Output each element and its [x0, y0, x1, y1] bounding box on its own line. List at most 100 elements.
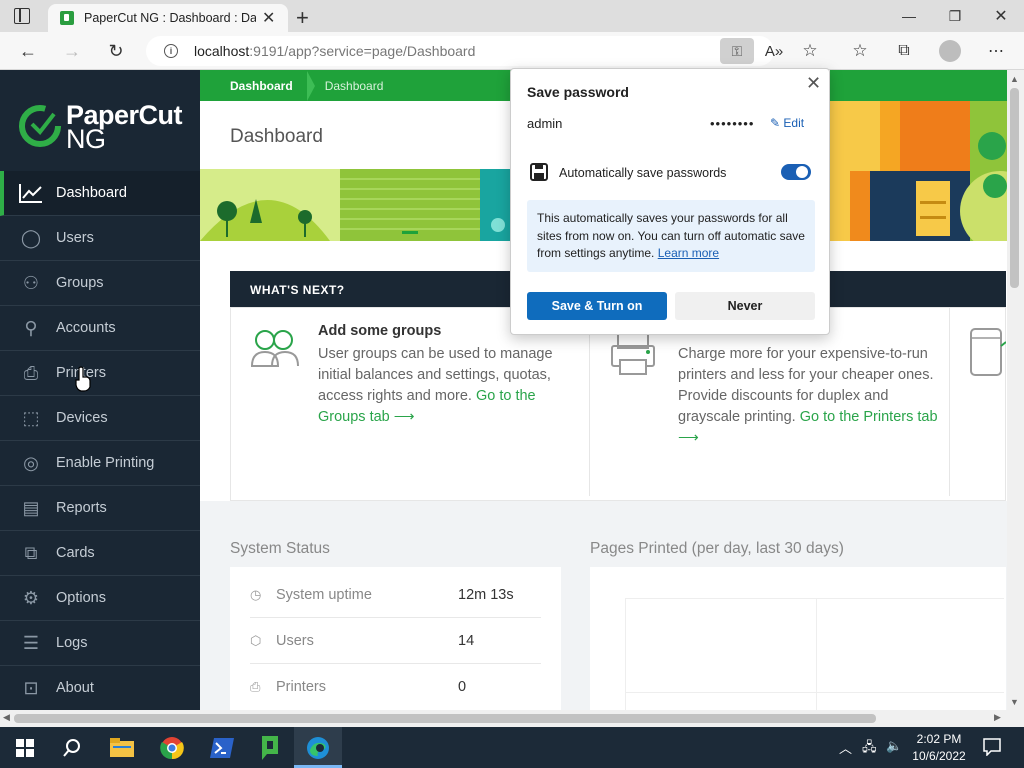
more-menu-icon[interactable]: ⋯ [980, 32, 1012, 70]
status-row-users: ⬡ Users 14 [250, 618, 541, 664]
breadcrumb-separator [306, 70, 315, 101]
sidebar-item-printers[interactable]: ⎙Printers [0, 351, 200, 396]
scroll-up-icon[interactable]: ▲ [1010, 74, 1019, 84]
sidebar-item-reports[interactable]: ▤ Reports [0, 486, 200, 531]
chevron-up-icon[interactable]: ︿ [839, 738, 852, 757]
notifications-icon[interactable] [983, 738, 1001, 756]
profile-avatar[interactable] [939, 40, 961, 62]
search-icon[interactable] [63, 739, 81, 757]
save-disk-icon [530, 163, 548, 181]
sidebar-item-cards[interactable]: ⧉ Cards [0, 531, 200, 576]
chrome-icon[interactable] [148, 727, 196, 768]
sidebar-item-options[interactable]: ⚙ Options [0, 576, 200, 621]
chart-gridline [816, 598, 817, 710]
printers-tab-link[interactable]: Go to the Printers tab [800, 409, 938, 425]
refresh-icon[interactable]: ↻ [100, 32, 132, 70]
sidebar-item-users[interactable]: ◯ Users [0, 216, 200, 261]
chart-plot-area [625, 598, 1004, 710]
forward-icon[interactable]: → [56, 32, 88, 70]
breadcrumb: Dashboard Dashboard [200, 70, 512, 101]
edge-taskbar-icon[interactable] [294, 727, 342, 768]
printer-illustration-icon [611, 333, 655, 375]
network-icon[interactable]: 🖧 [862, 738, 877, 760]
volume-icon[interactable]: 🔈 [886, 738, 902, 754]
sidebar-item-dashboard[interactable]: Dashboard [0, 171, 200, 216]
sidebar-item-label: Enable Printing [56, 455, 155, 471]
enable-printing-icon: ◎ [23, 452, 39, 473]
never-button[interactable]: Never [675, 292, 815, 320]
browser-tab[interactable]: PaperCut NG : Dashboard : Dash ✕ [48, 4, 288, 32]
address-bar[interactable]: i localhost:9191/app?service=page/Dashbo… [146, 36, 774, 66]
sidebar-item-enable-printing[interactable]: ◎ Enable Printing [0, 441, 200, 486]
sidebar-item-devices[interactable]: ⬚ Devices [0, 396, 200, 441]
save-turn-on-button[interactable]: Save & Turn on [527, 292, 667, 320]
whats-next-title: WHAT'S NEXT? [250, 283, 345, 297]
site-info-icon[interactable]: i [164, 44, 178, 58]
file-explorer-icon[interactable] [98, 727, 146, 768]
printer-icon: ⎙ [23, 362, 39, 383]
sidebar-item-accounts[interactable]: ⚲ Accounts [0, 306, 200, 351]
papercut-taskbar-icon[interactable] [246, 727, 294, 768]
learn-more-link[interactable]: Learn more [658, 246, 719, 260]
window-close-icon[interactable]: ✕ [978, 0, 1024, 32]
scroll-right-icon[interactable]: ▶ [994, 712, 1001, 723]
sidebar-item-label: About [56, 680, 94, 696]
minimize-icon[interactable]: — [886, 0, 932, 32]
logo-text: PaperCut NG [66, 100, 183, 154]
hand-cursor-icon [75, 366, 91, 392]
sidebar-item-label: Dashboard [56, 185, 127, 201]
add-favorite-icon[interactable]: ☆ [796, 32, 824, 70]
key-icon[interactable]: ⚿ [720, 38, 754, 64]
powershell-icon[interactable] [198, 727, 246, 768]
scroll-left-icon[interactable]: ◀ [3, 712, 10, 723]
card-title-groups: Add some groups [318, 323, 442, 339]
edit-button[interactable]: ✎ Edit [770, 116, 804, 130]
sidebar-item-label: Devices [56, 410, 108, 426]
sidebar-item-groups[interactable]: ⚇ Groups [0, 261, 200, 306]
saved-username: admin [527, 116, 563, 131]
pages-printed-title: Pages Printed (per day, last 30 days) [590, 540, 844, 557]
sidebar-item-label: Users [56, 230, 94, 246]
card-divider [589, 308, 590, 496]
restore-icon[interactable]: ❐ [932, 0, 978, 32]
back-icon[interactable]: ← [12, 32, 44, 70]
vertical-scroll-thumb[interactable] [1010, 88, 1019, 288]
device-illustration-icon [970, 328, 1006, 376]
sidebar-item-label: Accounts [56, 320, 116, 336]
arrow-right-icon[interactable]: ⟶ [678, 430, 699, 446]
save-password-title: Save password [527, 84, 629, 100]
card-divider [949, 308, 950, 496]
auto-save-info: This automatically saves your passwords … [527, 200, 815, 272]
breadcrumb-bar-right [830, 70, 1007, 101]
papercut-favicon-icon [60, 11, 74, 25]
favorites-icon[interactable]: ☆ [846, 32, 874, 70]
device-icon: ⬚ [22, 407, 40, 428]
scroll-down-icon[interactable]: ▼ [1010, 697, 1019, 707]
sidebar-item-about[interactable]: ⊡ About [0, 666, 200, 711]
auto-save-label: Automatically save passwords [559, 166, 727, 180]
tab-title: PaperCut NG : Dashboard : Dash [84, 11, 256, 25]
status-row-uptime: ◷ System uptime 12m 13s [250, 572, 541, 618]
new-tab-icon[interactable]: + [296, 5, 309, 31]
cards-icon: ⧉ [24, 542, 38, 563]
chart-gridline [625, 692, 1004, 693]
card-body-groups: User groups can be used to manage initia… [318, 346, 553, 425]
close-tab-icon[interactable]: ✕ [262, 8, 275, 28]
sidebar-item-logs[interactable]: ☰ Logs [0, 621, 200, 666]
taskbar-clock[interactable]: 2:02 PM 10/6/2022 [908, 731, 970, 765]
arrow-right-icon[interactable]: ⟶ [394, 409, 415, 425]
dashboard-banner [200, 169, 512, 241]
breadcrumb-item-dashboard[interactable]: Dashboard [200, 79, 307, 93]
dialog-close-icon[interactable]: ✕ [806, 73, 821, 94]
url-text: localhost:9191/app?service=page/Dashboar… [194, 43, 476, 59]
accounts-icon: ⚲ [24, 317, 38, 338]
read-aloud-icon[interactable]: A» [760, 32, 788, 70]
sidebar-item-label: Reports [56, 500, 107, 516]
user-icon: ⬡ [250, 632, 262, 648]
horizontal-scroll-thumb[interactable] [14, 714, 876, 723]
clock-icon: ◷ [250, 586, 262, 602]
windows-start-icon[interactable] [16, 739, 34, 757]
tab-actions-icon[interactable] [14, 8, 30, 24]
report-icon: ▤ [22, 497, 40, 518]
collections-icon[interactable]: ⧉ [890, 32, 918, 70]
